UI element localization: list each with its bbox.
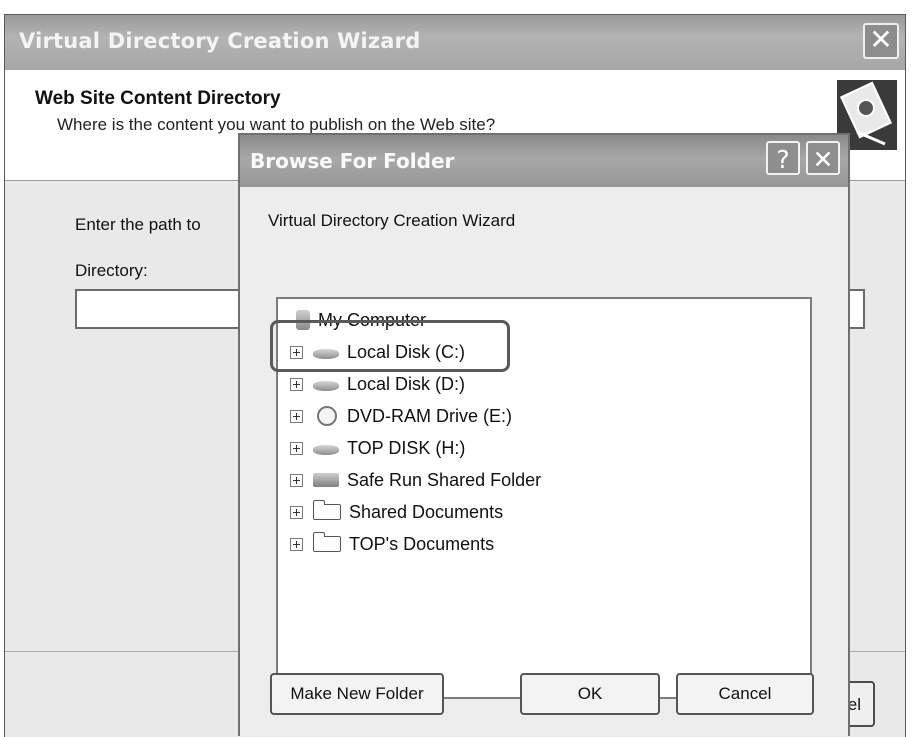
expand-icon[interactable] xyxy=(290,505,303,519)
cancel-button[interactable]: Cancel xyxy=(676,673,814,715)
dialog-close-button[interactable]: ✕ xyxy=(806,141,840,175)
tree-item-local-disk-d[interactable]: Local Disk (D:) xyxy=(290,369,465,399)
path-instruction: Enter the path to xyxy=(75,215,201,234)
dvd-drive-icon xyxy=(313,406,339,426)
wizard-title: Virtual Directory Creation Wizard xyxy=(19,29,421,53)
close-icon: ✕ xyxy=(869,23,893,56)
browse-for-folder-dialog: Browse For Folder ? ✕ Virtual Directory … xyxy=(238,133,850,736)
hard-disk-icon xyxy=(313,381,339,391)
page-heading: Web Site Content Directory xyxy=(35,88,281,109)
expand-icon[interactable] xyxy=(290,377,303,391)
directory-label: Directory: xyxy=(75,261,148,280)
tree-item-label: Local Disk (D:) xyxy=(347,373,466,394)
help-icon: ? xyxy=(776,145,790,174)
dialog-description: Virtual Directory Creation Wizard xyxy=(268,211,516,230)
folder-icon xyxy=(313,500,341,520)
tree-item-label: TOP DISK (H:) xyxy=(347,437,466,458)
tree-item-shared-documents[interactable]: Shared Documents xyxy=(290,497,503,527)
expand-icon[interactable] xyxy=(290,473,303,487)
tree-item-label: DVD-RAM Drive (E:) xyxy=(347,405,512,426)
ok-button[interactable]: OK xyxy=(520,673,660,715)
hard-disk-icon xyxy=(313,445,339,455)
wizard-close-button[interactable]: ✕ xyxy=(863,23,899,59)
wizard-title-bar[interactable]: Virtual Directory Creation Wizard ✕ xyxy=(5,15,905,70)
tree-item-label: Safe Run Shared Folder xyxy=(347,469,542,490)
tree-item-dvd-ram-drive[interactable]: DVD-RAM Drive (E:) xyxy=(290,401,512,431)
expand-icon[interactable] xyxy=(290,409,303,423)
tree-item-top-disk[interactable]: TOP DISK (H:) xyxy=(290,433,465,463)
tree-item-label: Shared Documents xyxy=(349,501,504,522)
folder-icon xyxy=(313,532,341,552)
tree-item-safe-run-shared-folder[interactable]: Safe Run Shared Folder xyxy=(290,465,541,495)
expand-icon[interactable] xyxy=(290,441,303,455)
dialog-title: Browse For Folder xyxy=(250,149,455,173)
expand-icon[interactable] xyxy=(290,537,303,551)
tree-item-label: TOP's Documents xyxy=(349,533,495,554)
help-button[interactable]: ? xyxy=(766,141,800,175)
selection-highlight xyxy=(270,320,510,372)
close-icon: ✕ xyxy=(812,145,834,174)
tree-item-tops-documents[interactable]: TOP's Documents xyxy=(290,529,494,559)
make-new-folder-button[interactable]: Make New Folder xyxy=(270,673,444,715)
page-subheading: Where is the content you want to publish… xyxy=(57,115,496,134)
dialog-title-bar[interactable]: Browse For Folder ? ✕ xyxy=(240,135,848,187)
shared-folder-icon xyxy=(313,473,339,487)
